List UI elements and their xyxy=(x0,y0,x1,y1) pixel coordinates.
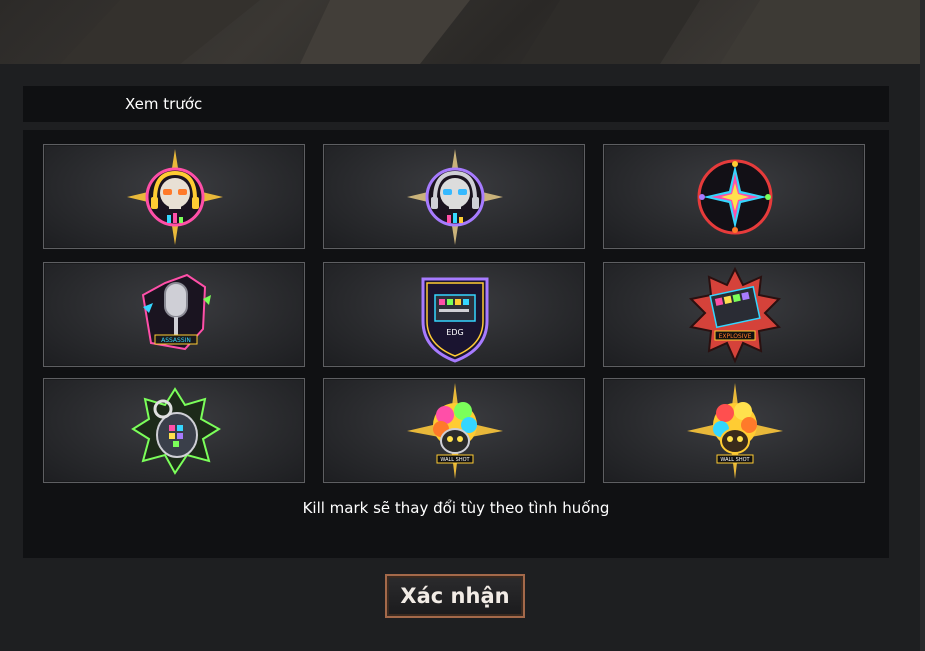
svg-text:EDG: EDG xyxy=(446,328,463,337)
neon-grenade-icon xyxy=(131,387,221,475)
skull-dj-gold-icon xyxy=(127,149,223,245)
kill-mark-card: WALL SHOT xyxy=(603,378,865,483)
skull-dj-silver-icon xyxy=(407,149,503,245)
kill-mark-card: ASSASSIN xyxy=(43,262,305,367)
kill-mark-panel: ASSASSIN EDG EXPLOSIVE WALL SHOT WALL SH… xyxy=(23,130,889,558)
svg-text:EXPLOSIVE: EXPLOSIVE xyxy=(719,333,752,340)
kill-mark-card: EXPLOSIVE xyxy=(603,262,865,367)
wall-shot-skull-icon: WALL SHOT xyxy=(407,383,503,479)
microphone-badge-icon: ASSASSIN xyxy=(141,273,211,351)
kill-mark-card xyxy=(323,144,585,249)
neon-star-compass-icon xyxy=(697,159,773,235)
dialog-title: Xem trước xyxy=(125,95,203,113)
explosive-mixer-icon: EXPLOSIVE xyxy=(688,266,782,364)
kill-mark-caption: Kill mark sẽ thay đổi tùy theo tình huốn… xyxy=(302,499,610,517)
kill-mark-card: WALL SHOT xyxy=(323,378,585,483)
confirm-button[interactable]: Xác nhận xyxy=(385,574,525,618)
kill-mark-card xyxy=(43,378,305,483)
dj-mixer-shield-icon: EDG xyxy=(421,277,489,363)
kill-mark-card xyxy=(603,144,865,249)
wall-shot-skull-gold-icon: WALL SHOT xyxy=(687,383,783,479)
background-banner xyxy=(0,0,925,64)
kill-mark-preview-dialog: Xem trước ASSASSIN EDG EXPLOSIVE WALL SH… xyxy=(0,64,922,651)
dialog-header: Xem trước xyxy=(23,86,889,122)
svg-text:WALL SHOT: WALL SHOT xyxy=(440,457,470,463)
svg-text:WALL SHOT: WALL SHOT xyxy=(720,457,750,463)
window-edge xyxy=(920,0,925,651)
kill-mark-card xyxy=(43,144,305,249)
svg-text:ASSASSIN: ASSASSIN xyxy=(161,337,191,344)
kill-mark-card: EDG xyxy=(323,262,585,367)
